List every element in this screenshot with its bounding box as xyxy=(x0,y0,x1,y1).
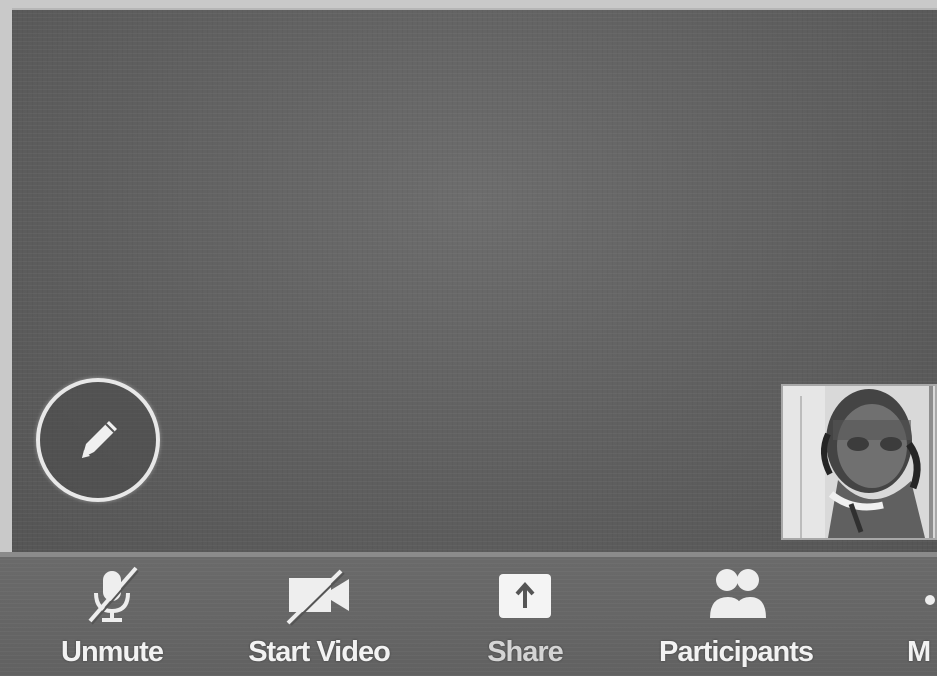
unmute-label: Unmute xyxy=(61,636,164,668)
video-camera-off-icon xyxy=(279,563,359,632)
participant-video-image xyxy=(783,386,935,538)
share-up-arrow-icon xyxy=(493,563,557,632)
unmute-button[interactable]: Unmute xyxy=(52,557,172,676)
participants-icon xyxy=(698,563,774,632)
meeting-screen: Unmute Start Video Share Participants M xyxy=(0,0,937,676)
microphone-muted-icon xyxy=(80,563,144,632)
more-button[interactable]: M xyxy=(903,557,937,676)
self-view-video[interactable] xyxy=(781,384,937,540)
pencil-icon xyxy=(66,408,130,472)
start-video-label: Start Video xyxy=(248,636,391,668)
meeting-toolbar: Unmute Start Video Share Participants M xyxy=(0,552,937,676)
participants-button[interactable]: Participants xyxy=(644,557,828,676)
annotate-button[interactable] xyxy=(36,378,160,502)
more-dots-icon xyxy=(921,563,937,632)
share-label: Share xyxy=(487,636,564,668)
share-button[interactable]: Share xyxy=(470,557,580,676)
start-video-button[interactable]: Start Video xyxy=(236,557,402,676)
more-label: M xyxy=(907,636,931,668)
participants-label: Participants xyxy=(659,636,814,668)
